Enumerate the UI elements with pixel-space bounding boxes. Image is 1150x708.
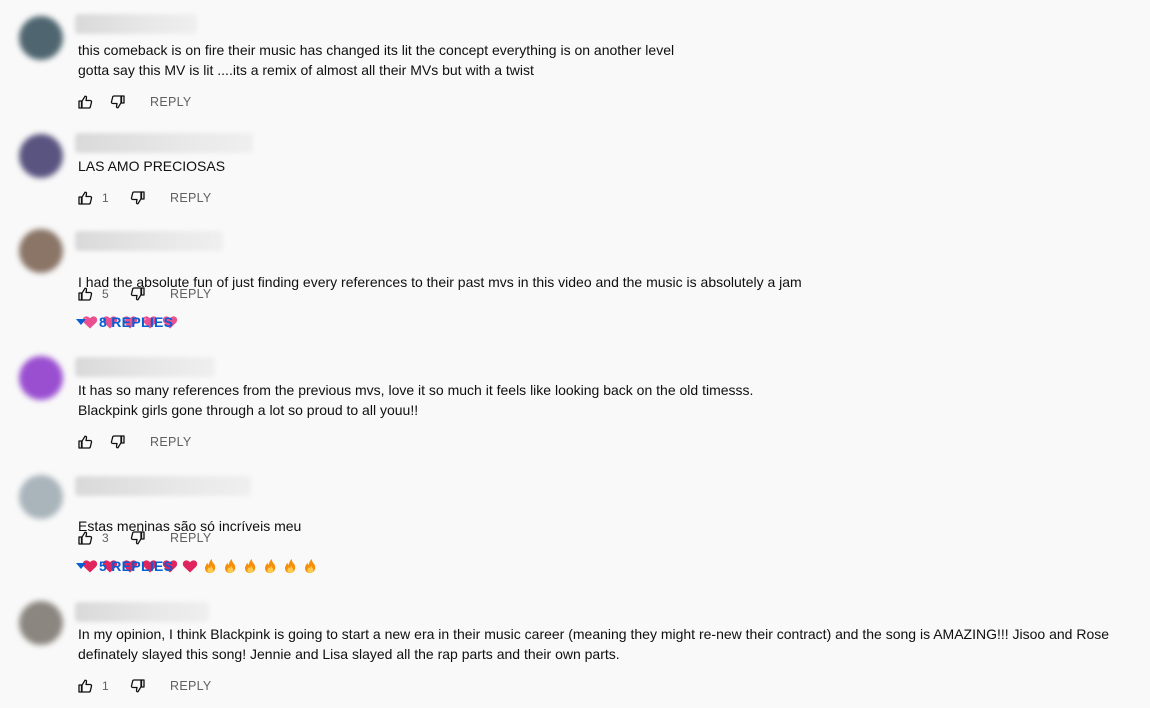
avatar[interactable] [19,134,63,178]
avatar[interactable] [19,229,63,273]
comment-text: LAS AMO PRECIOSAS [78,158,226,174]
reply-button[interactable]: REPLY [170,191,212,205]
comment-text: It has so many references from the previ… [78,382,754,418]
author-name-blurred[interactable] [75,357,215,377]
view-replies-button[interactable]: 5 REPLIES [76,557,173,575]
author-name-blurred[interactable] [75,602,209,622]
avatar[interactable] [19,356,63,400]
like-count: 1 [102,191,109,205]
avatar[interactable] [19,475,63,519]
thumbs-down-icon[interactable] [110,94,126,110]
fire-icon [285,559,296,573]
view-replies-button[interactable]: 8 REPLIES [76,313,173,331]
thumbs-up-icon[interactable] [77,678,93,694]
author-name-blurred[interactable] [75,476,251,496]
comment-actions: REPLY [77,92,192,112]
comment-actions: REPLY [77,432,192,452]
avatar[interactable] [19,16,63,60]
thumbs-down-icon[interactable] [130,190,146,206]
fire-icon [305,559,316,573]
like-count: 3 [102,531,109,545]
replies-label: 5 REPLIES [99,558,174,574]
red-heart-icon [182,560,198,573]
replies-label: 8 REPLIES [99,314,174,330]
thumbs-up-icon[interactable] [77,286,93,302]
comment-text: I had the absolute fun of just finding e… [78,252,1138,332]
thumbs-up-icon[interactable] [77,190,93,206]
thumbs-down-icon[interactable] [130,286,146,302]
thumbs-up-icon[interactable] [77,434,93,450]
like-count: 5 [102,287,109,301]
author-name-blurred[interactable] [75,231,223,251]
caret-down-icon [76,563,86,569]
author-name-blurred[interactable] [75,14,197,34]
fire-icon [225,559,236,573]
avatar[interactable] [19,601,63,645]
thumbs-down-icon[interactable] [110,434,126,450]
caret-down-icon [76,319,86,325]
reply-button[interactable]: REPLY [170,679,212,693]
like-count: 1 [102,679,109,693]
thumbs-down-icon[interactable] [130,678,146,694]
comment-text: Estas meninas são só incríveis meu [78,496,1138,576]
fire-icon [245,559,256,573]
fire-icon [205,559,216,573]
thumbs-down-icon[interactable] [130,530,146,546]
reply-button[interactable]: REPLY [170,531,212,545]
comment-actions: 5 REPLY [77,284,212,304]
author-name-blurred[interactable] [75,133,253,153]
reply-button[interactable]: REPLY [150,95,192,109]
fire-icon [265,559,276,573]
reply-button[interactable]: REPLY [170,287,212,301]
comment-actions: 3 REPLY [77,528,212,548]
comment-text: In my opinion, I think Blackpink is goin… [78,626,1110,662]
comment-actions: 1 REPLY [77,676,212,696]
comment-actions: 1 REPLY [77,188,212,208]
reply-button[interactable]: REPLY [150,435,192,449]
comment-text: this comeback is on fire their music has… [78,42,675,78]
thumbs-up-icon[interactable] [77,530,93,546]
thumbs-up-icon[interactable] [77,94,93,110]
